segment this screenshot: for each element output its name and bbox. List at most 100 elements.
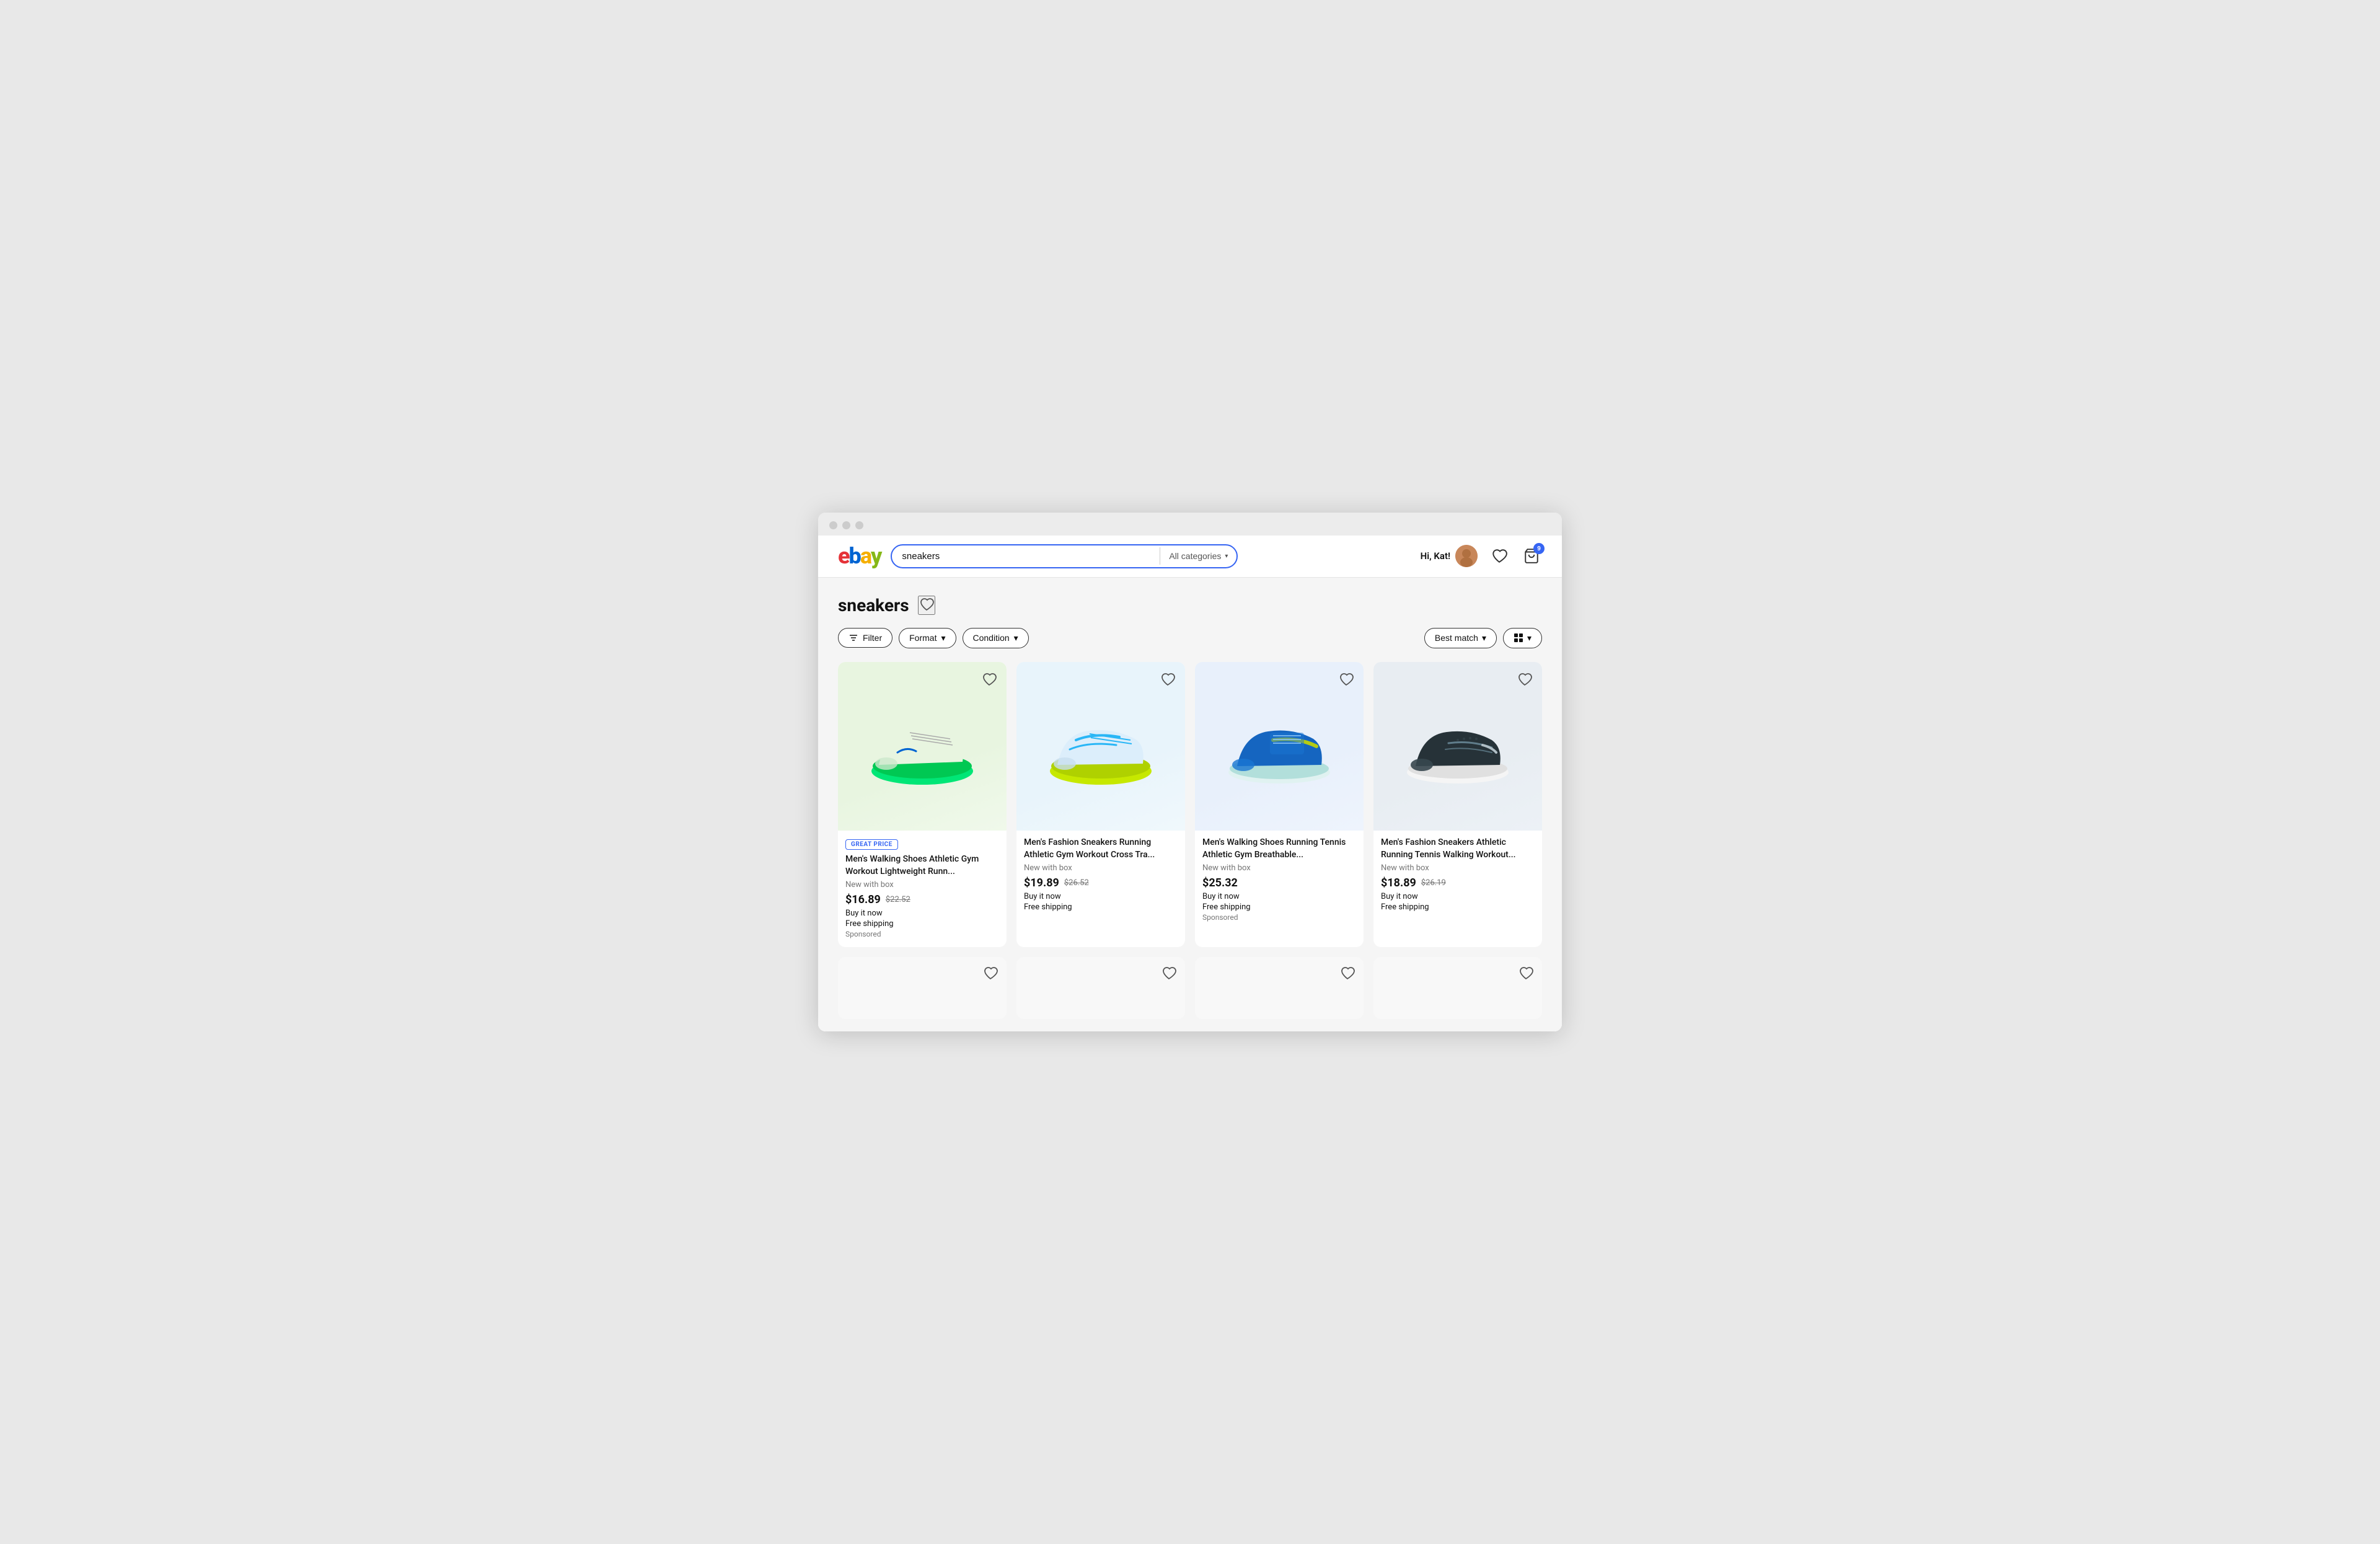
price-current-3: $25.32 bbox=[1202, 876, 1238, 889]
main-content: sneakers Filter bbox=[818, 578, 1562, 1031]
product-card-2[interactable]: Men's Fashion Sneakers Running Athletic … bbox=[1016, 662, 1185, 947]
format-dropdown-button[interactable]: Format ▾ bbox=[899, 628, 956, 648]
sponsored-3: Sponsored bbox=[1202, 913, 1356, 922]
logo-y: y bbox=[871, 545, 881, 567]
cart-badge: 9 bbox=[1533, 543, 1545, 554]
product-title-3: Men's Walking Shoes Running Tennis Athle… bbox=[1202, 837, 1356, 861]
browser-dot-yellow bbox=[842, 521, 850, 529]
search-input[interactable] bbox=[892, 545, 1160, 567]
category-label: All categories bbox=[1169, 551, 1221, 561]
product-card-row2-1[interactable] bbox=[838, 957, 1007, 1019]
search-bar: All categories ▾ bbox=[891, 544, 1238, 568]
logo-a: a bbox=[860, 545, 871, 567]
heart-icon bbox=[1518, 966, 1533, 981]
price-row-3: $25.32 bbox=[1202, 876, 1356, 889]
product-image-2 bbox=[1016, 662, 1185, 831]
product-card-4[interactable]: Men's Fashion Sneakers Athletic Running … bbox=[1373, 662, 1542, 947]
cart-button[interactable]: 9 bbox=[1521, 545, 1542, 567]
header-actions: Hi, Kat! bbox=[1421, 545, 1542, 567]
ebay-logo[interactable]: e b a y bbox=[838, 545, 881, 567]
wishlist-button-r2-4[interactable] bbox=[1516, 963, 1536, 985]
product-title-1: Men's Walking Shoes Athletic Gym Workout… bbox=[845, 854, 999, 878]
price-original-2: $26.52 bbox=[1064, 878, 1089, 888]
buy-it-now-1: Buy it now bbox=[845, 909, 999, 918]
logo-e: e bbox=[838, 545, 849, 567]
sneaker-image-2 bbox=[1039, 697, 1163, 796]
wishlist-button-r2-3[interactable] bbox=[1338, 963, 1357, 985]
heart-icon bbox=[1160, 672, 1175, 687]
product-grid: GREAT PRICE Men's Walking Shoes Athletic… bbox=[838, 662, 1542, 947]
product-grid-row2 bbox=[838, 957, 1542, 1019]
product-card-row2-4[interactable] bbox=[1373, 957, 1542, 1019]
heart-outline-icon bbox=[919, 597, 934, 612]
product-image-3 bbox=[1195, 662, 1364, 831]
product-card-row2-3[interactable] bbox=[1195, 957, 1364, 1019]
product-condition-4: New with box bbox=[1381, 863, 1535, 873]
heart-icon bbox=[1161, 966, 1176, 981]
sneaker-image-3 bbox=[1217, 697, 1341, 796]
price-current-4: $18.89 bbox=[1381, 876, 1416, 889]
heart-icon bbox=[982, 672, 997, 687]
price-original-4: $26.19 bbox=[1421, 878, 1446, 888]
product-info-3: Men's Walking Shoes Running Tennis Athle… bbox=[1195, 831, 1364, 930]
header: e b a y All categories ▾ Hi, Kat! bbox=[818, 536, 1562, 578]
chevron-down-icon: ▾ bbox=[1527, 633, 1532, 643]
product-image-1 bbox=[838, 662, 1007, 831]
save-search-button[interactable] bbox=[918, 596, 935, 615]
product-info-1: GREAT PRICE Men's Walking Shoes Athletic… bbox=[838, 831, 1007, 947]
price-row-4: $18.89 $26.19 bbox=[1381, 876, 1535, 889]
product-condition-3: New with box bbox=[1202, 863, 1356, 873]
filter-button[interactable]: Filter bbox=[838, 628, 892, 648]
price-current-1: $16.89 bbox=[845, 893, 881, 906]
search-title-row: sneakers bbox=[838, 595, 1542, 615]
sort-dropdown-button[interactable]: Best match ▾ bbox=[1424, 628, 1497, 648]
wishlist-button-3[interactable] bbox=[1336, 669, 1356, 691]
product-info-2: Men's Fashion Sneakers Running Athletic … bbox=[1016, 831, 1185, 922]
grid-view-button[interactable]: ▾ bbox=[1503, 628, 1542, 648]
sneaker-image-1 bbox=[860, 697, 984, 796]
product-card-row2-2[interactable] bbox=[1016, 957, 1185, 1019]
browser-dot-green bbox=[855, 521, 863, 529]
filter-icon bbox=[848, 633, 858, 643]
product-card-1[interactable]: GREAT PRICE Men's Walking Shoes Athletic… bbox=[838, 662, 1007, 947]
price-row-1: $16.89 $22.52 bbox=[845, 893, 999, 906]
wishlist-button-r2-2[interactable] bbox=[1159, 963, 1179, 985]
free-shipping-1: Free shipping bbox=[845, 919, 999, 929]
free-shipping-4: Free shipping bbox=[1381, 902, 1535, 912]
logo-b: b bbox=[849, 545, 860, 567]
wishlist-button-r2-1[interactable] bbox=[981, 963, 1000, 985]
grid-icon bbox=[1514, 633, 1523, 643]
avatar bbox=[1455, 545, 1478, 567]
heart-icon bbox=[983, 966, 998, 981]
filter-row: Filter Format ▾ Condition ▾ Best match ▾ bbox=[838, 628, 1542, 648]
search-title: sneakers bbox=[838, 595, 909, 615]
wishlist-header-button[interactable] bbox=[1489, 545, 1510, 567]
buy-it-now-4: Buy it now bbox=[1381, 892, 1535, 901]
chevron-down-icon: ▾ bbox=[1014, 633, 1018, 643]
chevron-down-icon: ▾ bbox=[941, 633, 945, 643]
browser-chrome bbox=[818, 513, 1562, 536]
avatar-image bbox=[1455, 545, 1478, 567]
buy-it-now-2: Buy it now bbox=[1024, 892, 1178, 901]
wishlist-button-2[interactable] bbox=[1158, 669, 1178, 691]
heart-icon bbox=[1517, 672, 1532, 687]
sort-row: Best match ▾ ▾ bbox=[1424, 628, 1542, 648]
page-content: e b a y All categories ▾ Hi, Kat! bbox=[818, 536, 1562, 1031]
great-price-badge: GREAT PRICE bbox=[845, 839, 898, 850]
product-condition-1: New with box bbox=[845, 880, 999, 889]
free-shipping-3: Free shipping bbox=[1202, 902, 1356, 912]
heart-icon bbox=[1339, 672, 1354, 687]
price-original-1: $22.52 bbox=[886, 895, 910, 904]
condition-dropdown-button[interactable]: Condition ▾ bbox=[963, 628, 1029, 648]
product-card-3[interactable]: Men's Walking Shoes Running Tennis Athle… bbox=[1195, 662, 1364, 947]
wishlist-button-4[interactable] bbox=[1515, 669, 1535, 691]
wishlist-button-1[interactable] bbox=[979, 669, 999, 691]
price-row-2: $19.89 $26.52 bbox=[1024, 876, 1178, 889]
heart-icon bbox=[1340, 966, 1355, 981]
category-dropdown[interactable]: All categories ▾ bbox=[1160, 551, 1236, 561]
chevron-down-icon: ▾ bbox=[1482, 633, 1486, 643]
heart-icon bbox=[1491, 548, 1507, 564]
sponsored-1: Sponsored bbox=[845, 930, 999, 938]
product-info-4: Men's Fashion Sneakers Athletic Running … bbox=[1373, 831, 1542, 922]
browser-dot-red bbox=[829, 521, 837, 529]
